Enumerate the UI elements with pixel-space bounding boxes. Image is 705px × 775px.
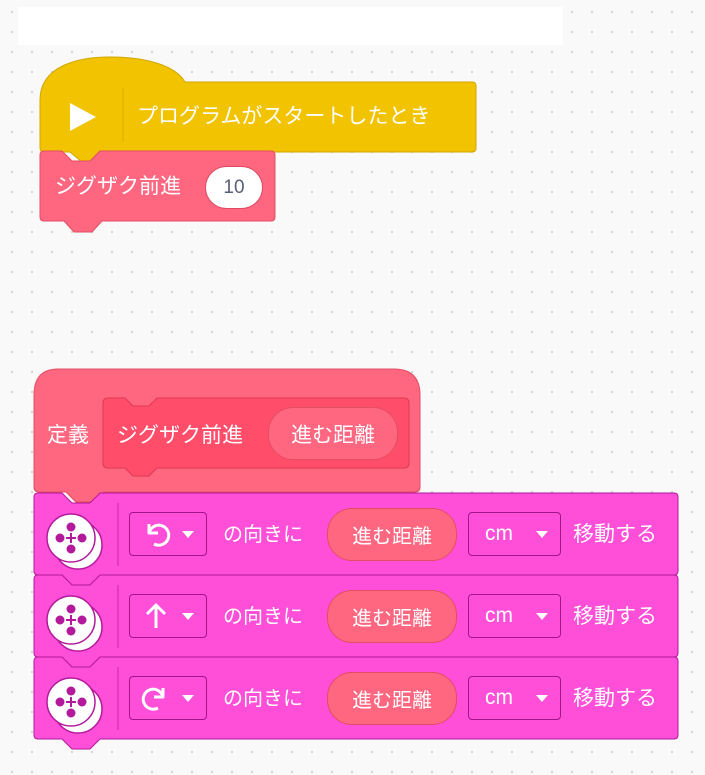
play-flag-icon — [70, 103, 96, 131]
define-name: ジグザク前進 — [117, 423, 243, 447]
unit-value: cm — [485, 604, 513, 627]
move-action-text: 移動する — [573, 604, 657, 628]
define-label: 定義 — [47, 423, 89, 447]
move-dir-text: の向きに — [223, 686, 303, 710]
move-param-reporter[interactable]: 進む距離 — [327, 590, 457, 643]
chevron-down-icon — [182, 612, 194, 620]
chevron-down-icon — [536, 612, 548, 620]
move-motor-icon — [46, 677, 103, 734]
chevron-down-icon — [536, 694, 548, 702]
event-label: プログラムがスタートしたとき — [137, 104, 431, 128]
unit-value: cm — [485, 686, 513, 709]
direction-dropdown-2[interactable] — [129, 594, 207, 638]
unit-value: cm — [485, 522, 513, 545]
move-motor-icon — [46, 595, 103, 652]
move-motor-icon — [46, 513, 103, 570]
up-arrow-icon — [136, 596, 176, 636]
direction-dropdown-1[interactable] — [129, 512, 207, 556]
unit-dropdown-1[interactable]: cm — [468, 512, 561, 556]
chevron-down-icon — [182, 694, 194, 702]
define-param-reporter[interactable]: 進む距離 — [268, 407, 398, 460]
move-param-reporter[interactable]: 進む距離 — [327, 508, 457, 561]
move-param-reporter[interactable]: 進む距離 — [327, 672, 457, 725]
move-dir-text: の向きに — [223, 522, 303, 546]
call-block-value-input[interactable]: 10 — [205, 166, 263, 209]
call-block-label: ジグザク前進 — [55, 174, 181, 198]
turn-left-arrow-icon — [136, 514, 176, 554]
unit-dropdown-3[interactable]: cm — [468, 676, 561, 720]
unit-dropdown-2[interactable]: cm — [468, 594, 561, 638]
direction-dropdown-3[interactable] — [129, 676, 207, 720]
chevron-down-icon — [536, 530, 548, 538]
move-action-text: 移動する — [573, 522, 657, 546]
move-dir-text: の向きに — [223, 604, 303, 628]
turn-right-arrow-icon — [136, 678, 176, 718]
move-action-text: 移動する — [573, 686, 657, 710]
chevron-down-icon — [182, 530, 194, 538]
